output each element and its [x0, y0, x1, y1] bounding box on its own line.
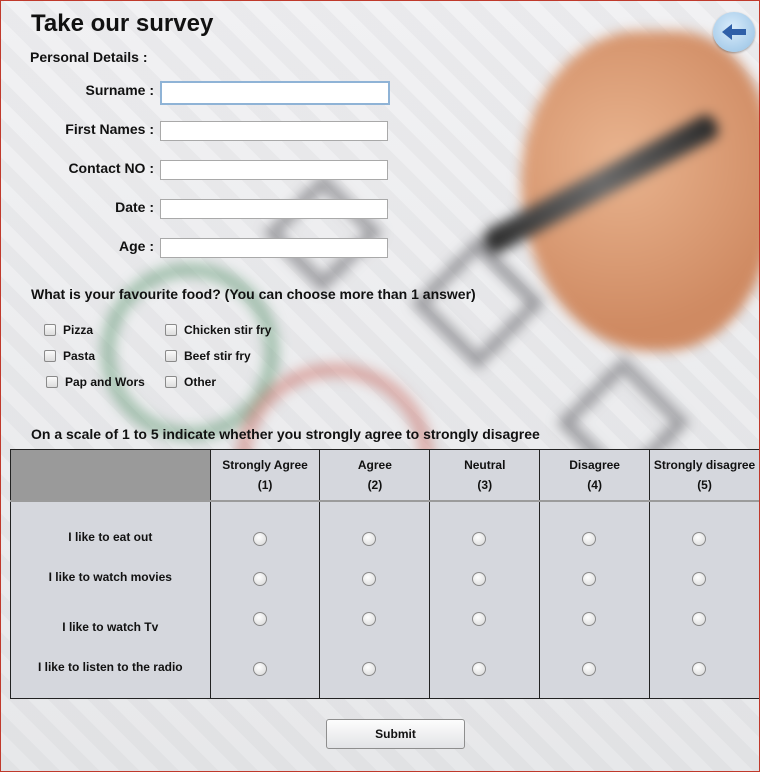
- column-name: Strongly Agree: [222, 458, 308, 472]
- survey-window: Take our survey Personal Details : Surna…: [0, 0, 760, 772]
- checkbox-pizza[interactable]: Pizza: [44, 323, 93, 337]
- diamond-shape: [411, 236, 545, 370]
- radio-button[interactable]: [252, 612, 267, 626]
- surname-label: Surname :: [85, 82, 154, 98]
- radio-column-1: [209, 500, 321, 699]
- radio-button[interactable]: [692, 572, 707, 586]
- checkbox-label: Chicken stir fry: [184, 323, 272, 337]
- radio-button[interactable]: [582, 572, 597, 586]
- column-number: (4): [587, 478, 602, 492]
- checkbox-label: Beef stir fry: [184, 349, 251, 363]
- radio-button[interactable]: [252, 662, 267, 676]
- checkbox-pasta[interactable]: Pasta: [44, 349, 95, 363]
- first-names-label: First Names :: [65, 121, 154, 137]
- radio-button[interactable]: [252, 532, 267, 546]
- radio-button[interactable]: [692, 532, 707, 546]
- age-label: Age :: [119, 238, 154, 254]
- date-field[interactable]: [160, 199, 388, 219]
- statement-watch-tv: I like to watch Tv: [62, 620, 159, 634]
- hand-shape: [521, 31, 759, 351]
- checkbox-chicken-stir-fry[interactable]: Chicken stir fry: [165, 323, 271, 337]
- page-title: Take our survey: [31, 10, 214, 37]
- back-arrow-icon: [722, 24, 746, 40]
- radio-button[interactable]: [362, 662, 377, 676]
- diamond-shape: [263, 173, 383, 293]
- food-question: What is your favourite food? (You can ch…: [31, 286, 476, 302]
- checkbox-label: Pasta: [63, 349, 96, 363]
- radio-column-4: [539, 500, 651, 699]
- contact-number-field[interactable]: [160, 160, 388, 180]
- radio-button[interactable]: [472, 532, 487, 546]
- rating-body-row: I like to eat out I like to watch movies…: [10, 500, 759, 699]
- radio-button[interactable]: [472, 612, 487, 626]
- radio-button[interactable]: [692, 662, 707, 676]
- back-button[interactable]: [713, 12, 755, 52]
- table-corner: [10, 449, 211, 502]
- column-strongly-disagree: Strongly disagree (5): [649, 449, 759, 502]
- checkbox-box[interactable]: [165, 376, 177, 388]
- radio-button[interactable]: [582, 662, 597, 676]
- age-field[interactable]: [160, 238, 388, 258]
- column-agree: Agree (2): [319, 449, 431, 502]
- statement-column: I like to eat out I like to watch movies…: [10, 500, 211, 699]
- statement-listen-radio: I like to listen to the radio: [37, 660, 183, 674]
- checkbox-box[interactable]: [44, 324, 56, 336]
- column-name: Disagree: [569, 458, 620, 472]
- radio-button[interactable]: [362, 572, 377, 586]
- column-strongly-agree: Strongly Agree (1): [209, 449, 321, 502]
- checkbox-pap-and-wors[interactable]: Pap and Wors: [46, 375, 145, 389]
- checkbox-box[interactable]: [165, 350, 177, 362]
- checkbox-label: Pap and Wors: [65, 375, 145, 389]
- radio-button[interactable]: [472, 572, 487, 586]
- column-number: (1): [257, 478, 273, 492]
- column-name: Agree: [357, 458, 392, 472]
- date-label: Date :: [115, 199, 154, 215]
- checkbox-box[interactable]: [44, 350, 56, 362]
- radio-column-2: [319, 500, 431, 699]
- checkbox-beef-stir-fry[interactable]: Beef stir fry: [165, 349, 251, 363]
- checkbox-box[interactable]: [165, 324, 177, 336]
- radio-button[interactable]: [692, 612, 707, 626]
- scale-instruction: On a scale of 1 to 5 indicate whether yo…: [31, 426, 540, 442]
- checkbox-label: Pizza: [63, 323, 94, 337]
- radio-button[interactable]: [362, 532, 377, 546]
- checkbox-other[interactable]: Other: [165, 375, 216, 389]
- column-number: (3): [477, 478, 493, 492]
- column-number: (2): [367, 478, 383, 492]
- radio-button[interactable]: [582, 532, 597, 546]
- column-neutral: Neutral (3): [429, 449, 541, 502]
- radio-button[interactable]: [252, 572, 267, 586]
- radio-column-5: [649, 500, 759, 699]
- checkbox-label: Other: [184, 375, 217, 389]
- radio-button[interactable]: [582, 612, 597, 626]
- radio-column-3: [429, 500, 541, 699]
- contact-number-label: Contact NO :: [68, 160, 154, 176]
- surname-field[interactable]: [160, 81, 390, 105]
- statement-eat-out: I like to eat out: [68, 530, 153, 544]
- personal-details-heading: Personal Details :: [30, 49, 148, 65]
- rating-table: Strongly Agree (1) Agree (2) Neutral (3) Di…: [10, 449, 759, 699]
- column-disagree: Disagree (4): [539, 449, 651, 502]
- column-name: Neutral: [464, 458, 506, 472]
- first-names-field[interactable]: [160, 121, 388, 141]
- column-name: Strongly disagree: [653, 458, 756, 472]
- checkbox-box[interactable]: [46, 376, 58, 388]
- submit-button[interactable]: Submit: [326, 719, 465, 749]
- radio-button[interactable]: [472, 662, 487, 676]
- rating-header-row: Strongly Agree (1) Agree (2) Neutral (3) Di…: [10, 449, 759, 502]
- column-number: (5): [697, 478, 712, 492]
- statement-watch-movies: I like to watch movies: [48, 570, 172, 584]
- radio-button[interactable]: [362, 612, 377, 626]
